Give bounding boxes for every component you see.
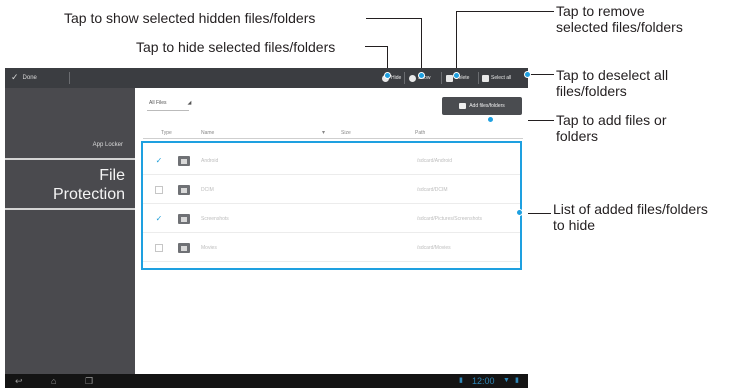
- leader-remove-v: [456, 11, 457, 76]
- callout-dot-add: [487, 116, 494, 123]
- done-label: Done: [22, 74, 37, 81]
- checkbox-unchecked[interactable]: [155, 186, 163, 194]
- callout-dot-deselect: [524, 71, 531, 78]
- sort-arrow-icon: ▾: [322, 130, 326, 136]
- callout-list: List of added files/folders to hide: [553, 201, 708, 233]
- row-path: /sdcard/Android: [417, 158, 453, 164]
- callout-dot-hide: [384, 72, 391, 79]
- header-divider: [143, 138, 523, 139]
- dropdown-corner-icon: ◢: [187, 100, 192, 106]
- leader-hide-h: [365, 46, 388, 47]
- row-path: /sdcard/DCIM: [417, 187, 448, 193]
- row-path: /sdcard/Movies: [417, 245, 451, 251]
- section-title-line2: Protection: [52, 186, 125, 203]
- row-name: Movies: [201, 245, 217, 251]
- row-path: /sdcard/Pictures/Screenshots: [417, 216, 483, 222]
- checkbox-checked[interactable]: ✓: [155, 157, 163, 165]
- callout-deselect-line2: files/folders: [556, 83, 627, 99]
- select-all-icon: [482, 74, 489, 82]
- checkmark-icon: ✓: [11, 72, 19, 82]
- action-bar: ✓ Done Hide Show Delete Select all: [5, 68, 528, 88]
- table-row[interactable]: Movies /sdcard/Movies: [143, 234, 520, 262]
- back-icon[interactable]: ↩: [15, 376, 23, 386]
- callout-add-line2: folders: [556, 128, 599, 144]
- select-all-button[interactable]: Select all: [482, 72, 511, 84]
- filter-label: All Files: [149, 100, 167, 106]
- folder-icon: [178, 243, 190, 253]
- status-clock: 12:00: [472, 376, 495, 386]
- callout-deselect-line1: Tap to deselect all: [556, 67, 669, 83]
- column-header-path[interactable]: Path: [415, 130, 425, 136]
- row-name: Screenshots: [201, 216, 229, 222]
- added-files-list: ✓ Android /sdcard/Android DCIM /sdcard/D…: [141, 141, 522, 270]
- callout-dot-list: [516, 209, 523, 216]
- row-name: DCIM: [201, 187, 214, 193]
- folder-icon: [178, 156, 190, 166]
- done-button[interactable]: ✓ Done: [11, 72, 37, 83]
- app-locker-label: App Locker: [92, 142, 123, 148]
- lock-icon: ▮: [459, 377, 463, 384]
- table-row[interactable]: DCIM /sdcard/DCIM: [143, 176, 520, 204]
- folder-icon: [178, 214, 190, 224]
- sidebar-divider-bottom: [5, 208, 135, 210]
- callout-remove-line2: selected files/folders: [556, 19, 683, 35]
- sidebar: App Locker File Protection: [5, 88, 135, 374]
- table-row[interactable]: ✓ Screenshots /sdcard/Pictures/Screensho…: [143, 205, 520, 233]
- leader-show-h: [366, 18, 422, 19]
- show-icon: [409, 74, 416, 82]
- recent-apps-icon[interactable]: ❐: [85, 376, 93, 386]
- action-bar-divider: [478, 72, 479, 84]
- action-bar-divider: [69, 72, 70, 84]
- device-screen: ✓ Done Hide Show Delete Select all App L…: [5, 68, 528, 388]
- callout-remove-line1: Tap to remove: [556, 3, 645, 19]
- main-content: All Files ◢ Add files/folders Type Name …: [135, 88, 528, 374]
- column-header-size[interactable]: Size: [341, 130, 351, 136]
- system-nav-bar: ↩ ⌂ ❐ ▮ 12:00 ▼ ▮: [5, 374, 528, 388]
- callout-add: Tap to add files or folders: [556, 112, 667, 144]
- add-folder-icon: [459, 103, 467, 109]
- wifi-icon: ▼: [503, 377, 510, 384]
- column-header-type[interactable]: Type: [161, 130, 172, 136]
- callout-hide: Tap to hide selected files/folders: [136, 39, 336, 55]
- callout-list-line2: to hide: [553, 217, 596, 233]
- callout-list-line1: List of added files/folders: [553, 201, 708, 217]
- row-name: Android: [201, 158, 219, 164]
- callout-deselect: Tap to deselect all files/folders: [556, 67, 668, 99]
- hide-label: Hide: [391, 75, 402, 81]
- callout-dot-remove: [453, 72, 460, 79]
- select-all-label: Select all: [491, 75, 512, 81]
- callout-remove: Tap to remove selected files/folders: [556, 3, 683, 35]
- add-files-label: Add files/folders: [469, 103, 505, 109]
- trash-icon: [446, 74, 453, 82]
- sidebar-divider-top: [5, 158, 135, 160]
- leader-remove-h: [457, 11, 554, 12]
- column-header-name[interactable]: Name: [201, 130, 214, 136]
- leader-deselect: [527, 74, 554, 75]
- add-files-button[interactable]: Add files/folders: [442, 97, 522, 115]
- table-row[interactable]: ✓ Android /sdcard/Android: [143, 147, 520, 175]
- folder-icon: [178, 185, 190, 195]
- action-bar-divider: [404, 72, 405, 84]
- checkbox-unchecked[interactable]: [155, 244, 163, 252]
- home-icon[interactable]: ⌂: [51, 376, 56, 386]
- checkbox-checked[interactable]: ✓: [155, 215, 163, 223]
- callout-show-hidden: Tap to show selected hidden files/folder…: [64, 10, 316, 26]
- action-bar-divider: [441, 72, 442, 84]
- callout-dot-show: [418, 72, 425, 79]
- battery-icon: ▮: [515, 377, 519, 384]
- file-protection-tab[interactable]: File Protection: [53, 166, 125, 204]
- callout-add-line1: Tap to add files or: [556, 112, 667, 128]
- filter-underline: [147, 110, 189, 111]
- section-title-line1: File: [99, 167, 125, 184]
- file-filter-dropdown[interactable]: All Files ◢: [149, 100, 191, 106]
